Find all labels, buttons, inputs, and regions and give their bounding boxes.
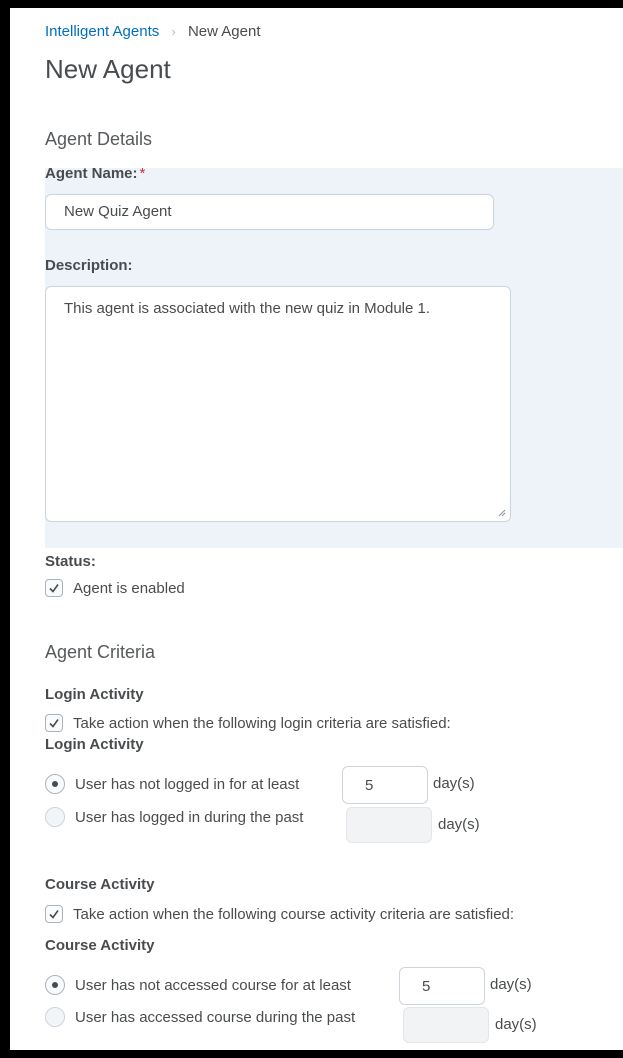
agent-criteria-heading: Agent Criteria: [45, 642, 156, 662]
course-criteria-row: Take action when the following course ac…: [45, 905, 514, 923]
course-criteria-checkbox[interactable]: [45, 905, 63, 923]
description-text: This agent is associated with the new qu…: [64, 300, 431, 317]
agent-enabled-checkbox[interactable]: [45, 579, 63, 597]
course-option-accessed-row: User has accessed course during the past: [45, 1007, 355, 1027]
login-activity-sub-label: Login Activity: [45, 736, 144, 753]
course-accessed-days-input[interactable]: [403, 1007, 489, 1043]
login-not-logged-days-unit: day(s): [433, 775, 475, 792]
login-logged-days-unit: day(s): [438, 816, 480, 833]
radio-dot-icon: [52, 982, 58, 988]
login-option-not-logged-label: User has not logged in for at least: [75, 775, 300, 793]
agent-name-input[interactable]: New Quiz Agent: [45, 194, 494, 230]
course-not-accessed-days-input[interactable]: 5: [399, 967, 485, 1005]
login-not-logged-days-input[interactable]: 5: [342, 766, 428, 804]
course-option-accessed-radio[interactable]: [45, 1007, 65, 1027]
course-activity-sub-label: Course Activity: [45, 937, 155, 954]
login-option-logged-label: User has logged in during the past: [75, 808, 304, 826]
description-label: Description:: [45, 257, 133, 274]
login-criteria-checkbox[interactable]: [45, 714, 63, 732]
login-option-logged-radio[interactable]: [45, 807, 65, 827]
check-icon: [49, 910, 59, 919]
chevron-right-icon: ›: [171, 24, 176, 39]
resize-handle-icon[interactable]: [498, 509, 506, 517]
course-option-not-accessed-radio[interactable]: [45, 975, 65, 995]
agent-enabled-label: Agent is enabled: [73, 579, 185, 597]
course-criteria-label: Take action when the following course ac…: [73, 905, 515, 923]
login-logged-days-input[interactable]: [346, 807, 432, 843]
course-activity-section-label: Course Activity: [45, 876, 155, 893]
course-accessed-days-unit: day(s): [495, 1016, 537, 1033]
agent-name-label: Agent Name: *: [45, 165, 146, 182]
status-label: Status:: [45, 553, 96, 570]
login-option-not-logged-row: User has not logged in for at least: [45, 774, 299, 794]
course-option-accessed-label: User has accessed course during the past: [75, 1008, 356, 1026]
breadcrumb-current: New Agent: [187, 23, 261, 40]
login-option-not-logged-radio[interactable]: [45, 774, 65, 794]
login-activity-section-label: Login Activity: [45, 686, 144, 703]
agent-details-heading: Agent Details: [45, 129, 153, 149]
course-option-not-accessed-label: User has not accessed course for at leas…: [75, 976, 351, 994]
login-criteria-label: Take action when the following login cri…: [73, 714, 451, 732]
breadcrumb-link-intelligent-agents[interactable]: Intelligent Agents: [45, 23, 159, 40]
login-option-logged-row: User has logged in during the past: [45, 807, 303, 827]
login-criteria-row: Take action when the following login cri…: [45, 714, 451, 732]
check-icon: [49, 584, 59, 593]
page-title: New Agent: [45, 54, 171, 84]
agent-enabled-row: Agent is enabled: [45, 579, 185, 597]
check-icon: [49, 719, 59, 728]
required-marker: *: [139, 165, 146, 182]
breadcrumb: Intelligent Agents › New Agent: [45, 23, 261, 40]
description-textarea[interactable]: This agent is associated with the new qu…: [45, 286, 511, 522]
course-option-not-accessed-row: User has not accessed course for at leas…: [45, 975, 351, 995]
course-not-accessed-days-unit: day(s): [490, 976, 532, 993]
radio-dot-icon: [52, 781, 58, 787]
app-window: Intelligent Agents › New Agent New Agent…: [10, 8, 623, 1050]
